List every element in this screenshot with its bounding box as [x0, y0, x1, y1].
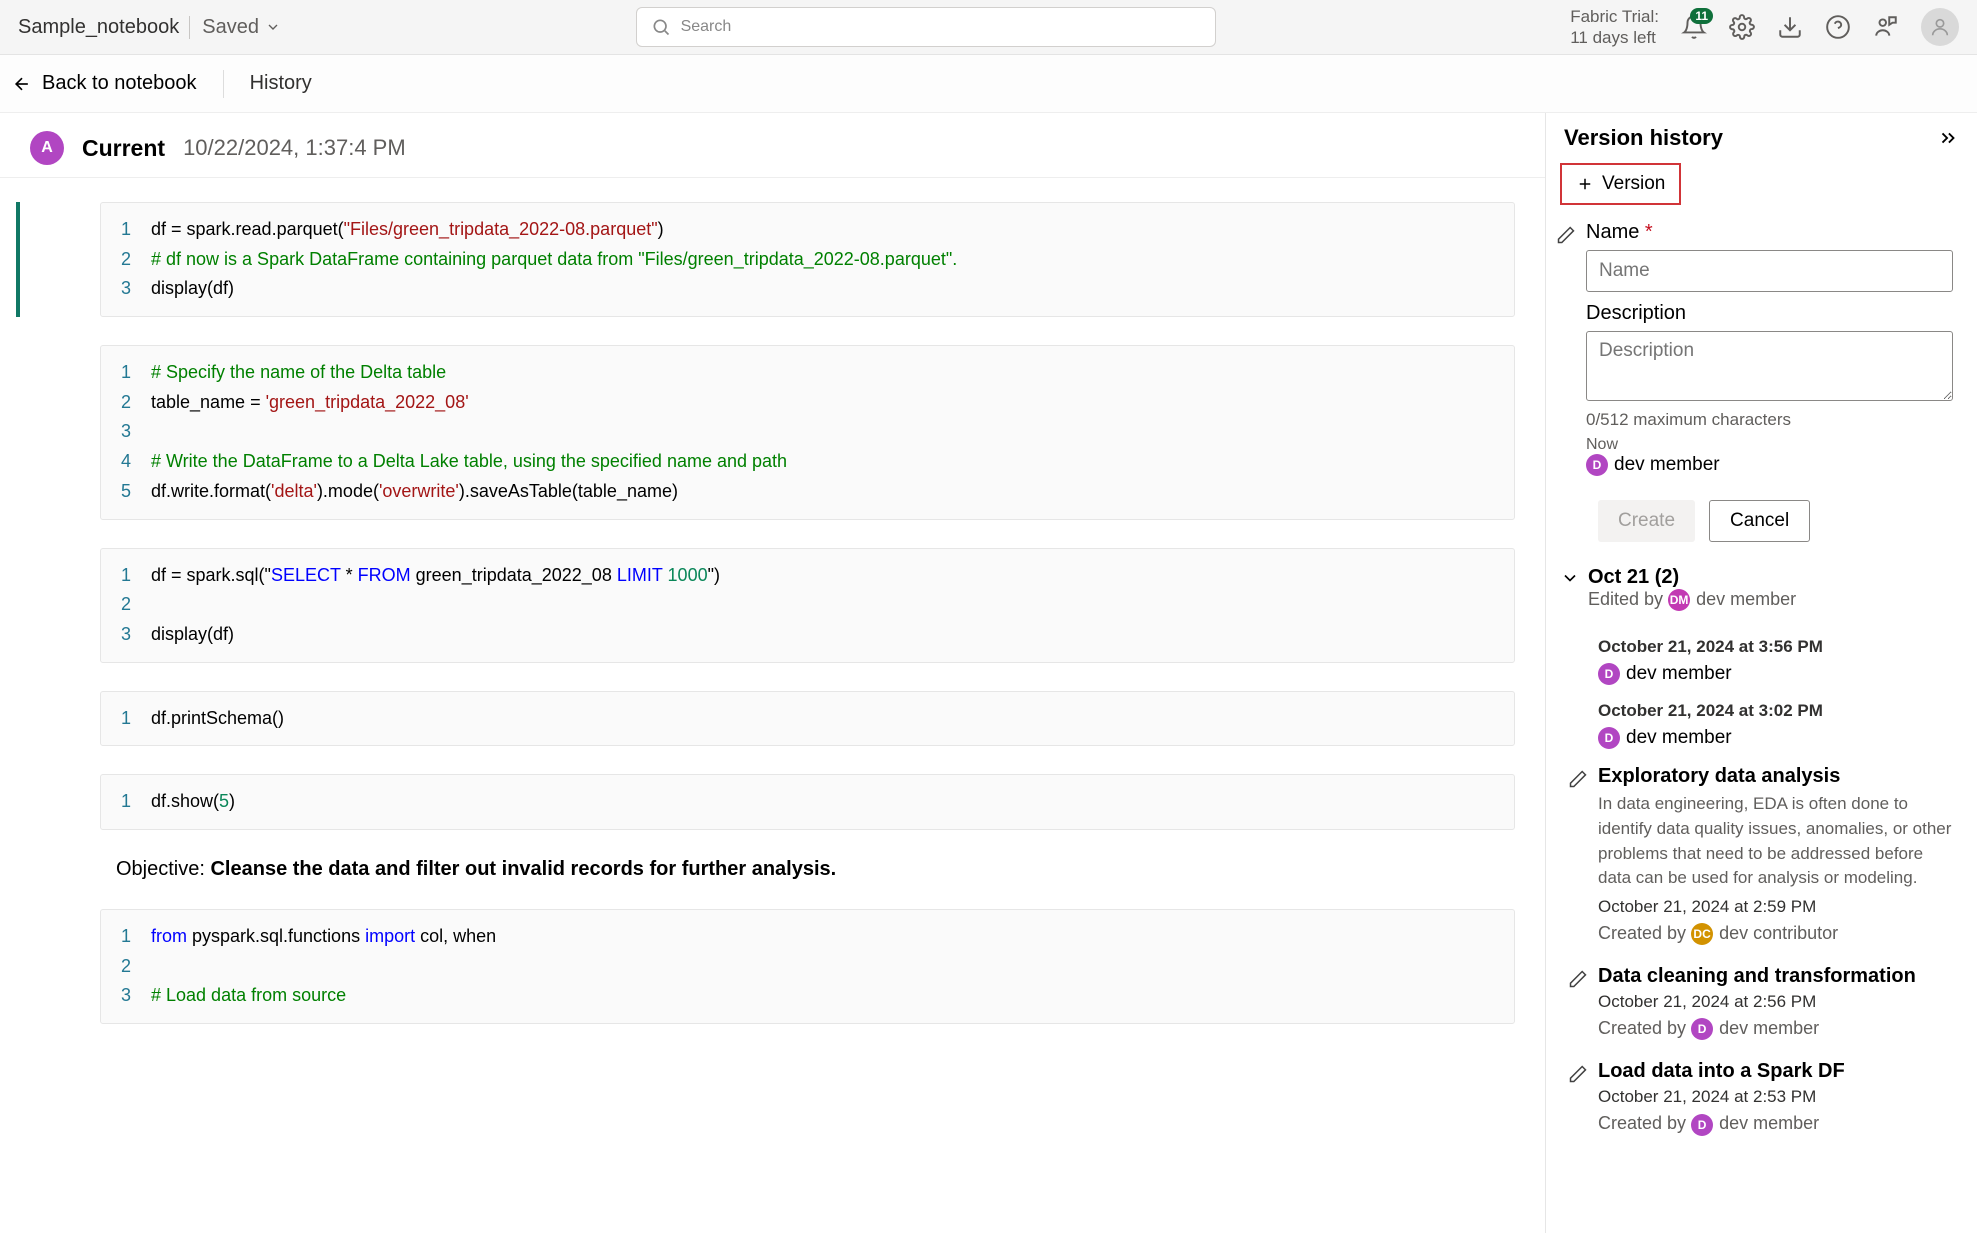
named-version[interactable]: Load data into a Spark DF October 21, 20… [1568, 1060, 1953, 1135]
date-group-header[interactable]: Oct 21 (2) [1560, 566, 1953, 589]
arrow-left-icon [12, 74, 32, 94]
version-history-panel: Version history Version Name * Descripti… [1545, 113, 1977, 1233]
nav-bar: Back to notebook History [0, 55, 1977, 113]
current-timestamp: 10/22/2024, 1:37:4 PM [183, 135, 406, 161]
download-button[interactable] [1777, 14, 1803, 40]
saved-label: Saved [202, 16, 259, 39]
content-header: A Current 10/22/2024, 1:37:4 PM [0, 113, 1545, 178]
crumb-history: History [250, 72, 312, 95]
named-version[interactable]: Exploratory data analysis In data engine… [1568, 765, 1953, 945]
code-cell[interactable]: 1df.printSchema() [100, 691, 1515, 747]
panel-title: Version history [1564, 125, 1723, 151]
back-to-notebook-button[interactable]: Back to notebook [12, 72, 197, 95]
saved-status[interactable]: Saved [202, 16, 281, 39]
search-icon [651, 17, 671, 37]
code-cell[interactable]: 1# Specify the name of the Delta table 2… [100, 345, 1515, 519]
person-icon [1929, 16, 1951, 38]
version-description-input[interactable] [1586, 331, 1953, 401]
author-avatar: A [30, 131, 64, 165]
chevron-down-icon [265, 19, 281, 35]
panel-scroll[interactable]: Version Name * Description 0/512 maximum… [1546, 163, 1977, 1233]
settings-button[interactable] [1729, 14, 1755, 40]
content-scroll[interactable]: 1df = spark.read.parquet("Files/green_tr… [0, 178, 1545, 1233]
feedback-button[interactable] [1873, 14, 1899, 40]
collapse-panel-icon[interactable] [1937, 127, 1959, 149]
version-name-input[interactable] [1586, 250, 1953, 292]
main-area: A Current 10/22/2024, 1:37:4 PM 1df = sp… [0, 113, 1977, 1233]
account-avatar[interactable] [1921, 8, 1959, 46]
divider [223, 70, 224, 98]
version-item[interactable]: October 21, 2024 at 3:56 PM Ddev member [1556, 627, 1975, 691]
now-user: Ddev member [1586, 454, 1953, 476]
new-version-button[interactable]: Version [1560, 163, 1681, 205]
code-cell[interactable]: 1df = spark.sql("SELECT * FROM green_tri… [100, 548, 1515, 663]
current-label: Current [82, 135, 165, 162]
plus-icon [1576, 175, 1594, 193]
notebook-name[interactable]: Sample_notebook [18, 16, 190, 39]
code-cell[interactable]: 1df = spark.read.parquet("Files/green_tr… [100, 202, 1515, 317]
version-item[interactable]: October 21, 2024 at 3:02 PM Ddev member [1556, 691, 1975, 755]
content-column: A Current 10/22/2024, 1:37:4 PM 1df = sp… [0, 113, 1545, 1233]
code-cell[interactable]: 1df.show(5) [100, 774, 1515, 830]
char-count: 0/512 maximum characters [1586, 410, 1953, 430]
search-placeholder: Search [681, 18, 732, 36]
search-box[interactable]: Search [636, 7, 1216, 47]
name-label: Name * [1586, 221, 1953, 244]
notification-count: 11 [1690, 8, 1713, 24]
top-bar: Sample_notebook Saved Search Fabric Tria… [0, 0, 1977, 55]
topbar-right: Fabric Trial: 11 days left 11 [1570, 6, 1959, 49]
help-button[interactable] [1825, 14, 1851, 40]
markdown-cell[interactable]: Objective: Cleanse the data and filter o… [16, 858, 1515, 881]
named-version[interactable]: Data cleaning and transformation October… [1568, 965, 1953, 1040]
pencil-icon [1568, 769, 1588, 789]
download-icon [1777, 14, 1803, 40]
notifications-button[interactable]: 11 [1681, 14, 1707, 40]
description-label: Description [1586, 302, 1953, 325]
pencil-icon [1556, 225, 1576, 245]
gear-icon [1729, 14, 1755, 40]
trial-status[interactable]: Fabric Trial: 11 days left [1570, 6, 1659, 49]
edited-by: Edited by DMdev member [1588, 589, 1953, 611]
create-button[interactable]: Create [1598, 500, 1695, 542]
cancel-button[interactable]: Cancel [1709, 500, 1810, 542]
help-icon [1825, 14, 1851, 40]
code-cell[interactable]: 1from pyspark.sql.functions import col, … [100, 909, 1515, 1024]
now-label: Now [1586, 436, 1953, 454]
pencil-icon [1568, 1064, 1588, 1084]
chevron-down-icon [1560, 568, 1580, 588]
pencil-icon [1568, 969, 1588, 989]
person-feedback-icon [1873, 14, 1899, 40]
